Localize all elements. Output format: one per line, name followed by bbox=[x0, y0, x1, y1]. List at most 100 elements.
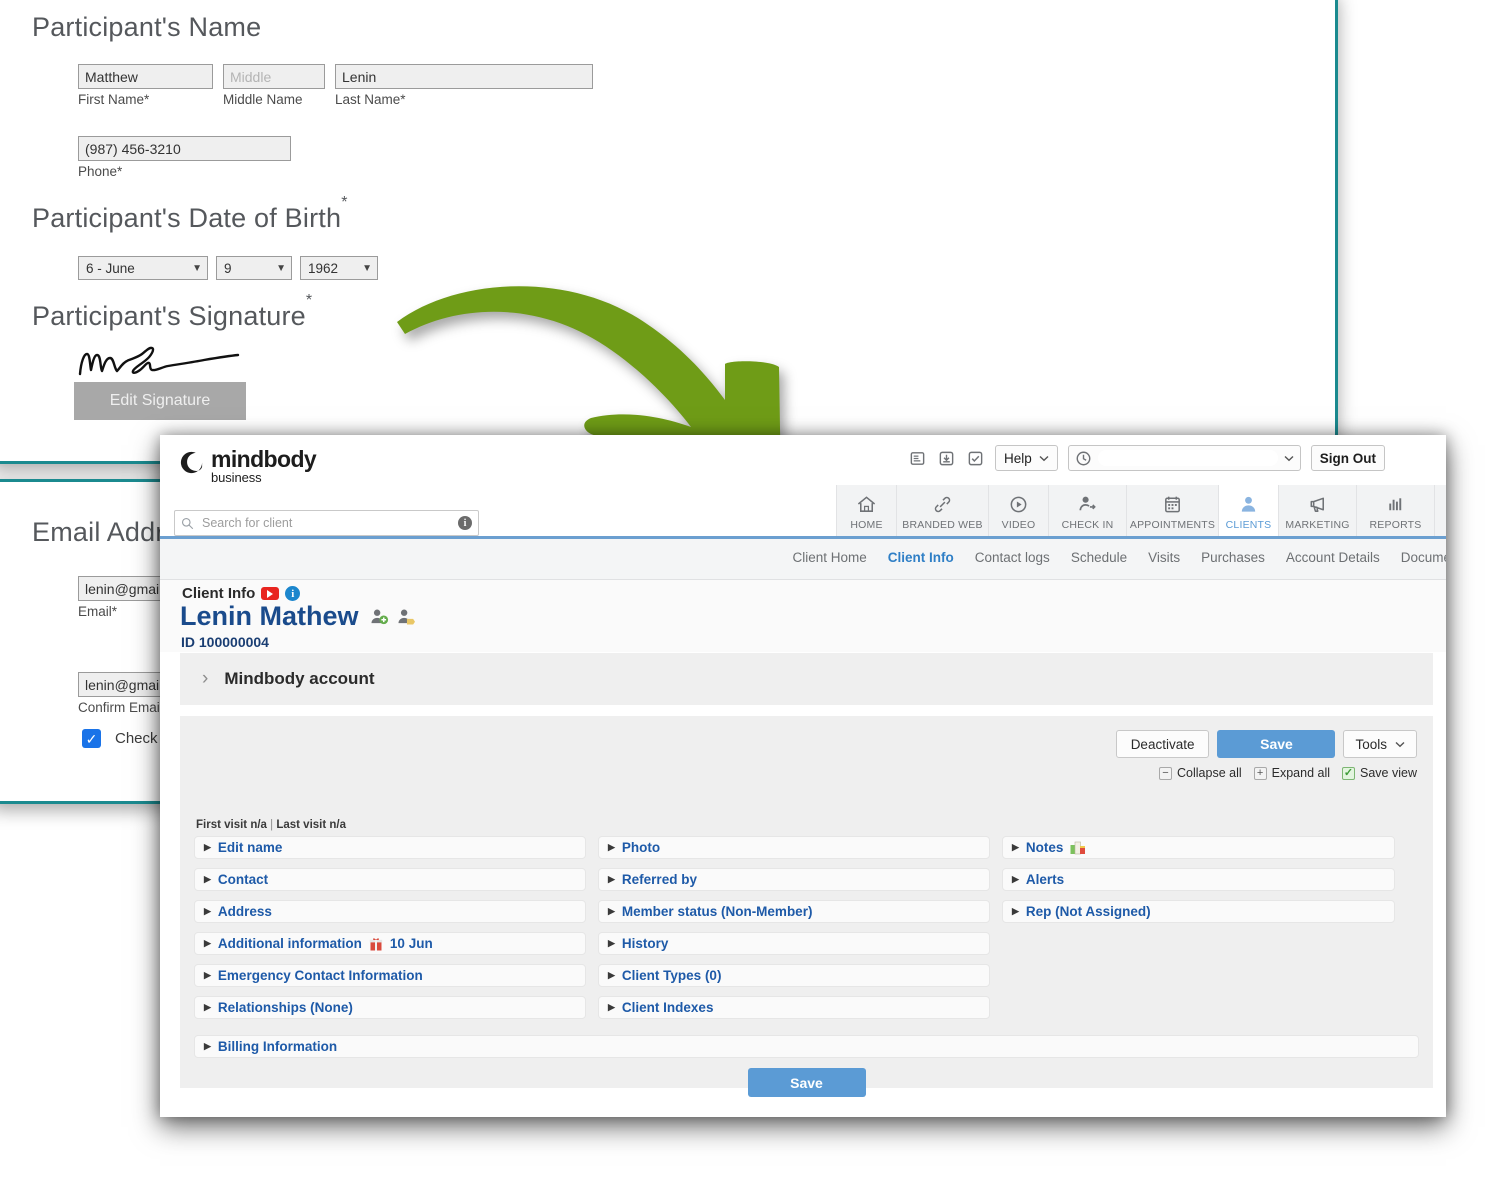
mindbody-logo: mindbody business bbox=[178, 448, 317, 485]
tools-menu-button[interactable]: Tools bbox=[1343, 730, 1417, 758]
mindbody-header: mindbody business i bbox=[160, 435, 1446, 536]
dob-heading: Participant's Date of Birth* bbox=[32, 194, 348, 234]
subnav-client-info[interactable]: Client Info bbox=[888, 550, 954, 565]
save-button-top[interactable]: Save bbox=[1217, 730, 1336, 758]
subnav-client-home[interactable]: Client Home bbox=[792, 550, 866, 565]
news-icon[interactable] bbox=[908, 449, 927, 468]
search-info-icon[interactable]: i bbox=[458, 516, 472, 530]
client-tag-icon[interactable] bbox=[397, 608, 416, 625]
person-icon bbox=[1238, 493, 1259, 515]
first-visit: First visit n/a bbox=[196, 819, 267, 831]
mindbody-account-section[interactable]: › Mindbody account bbox=[180, 653, 1433, 705]
accordion-emergency-contact-label: Emergency Contact Information bbox=[217, 968, 423, 983]
nav-tab-reports[interactable]: REPORTS bbox=[1356, 485, 1434, 536]
last-name-input[interactable]: Lenin bbox=[335, 64, 593, 89]
mindbody-business-window: mindbody business i bbox=[160, 435, 1446, 1117]
chevron-down-icon: ▼ bbox=[362, 262, 372, 274]
megaphone-icon bbox=[1307, 493, 1328, 515]
accordion-wide-row: ▶ Billing Information bbox=[194, 1035, 1419, 1058]
accordion-emergency-contact[interactable]: ▶ Emergency Contact Information bbox=[194, 964, 586, 987]
accordion-column-1: ▶ Edit name ▶ Contact ▶ Address ▶ Additi… bbox=[194, 836, 586, 1019]
chevron-down-icon bbox=[1039, 455, 1049, 461]
nav-tab-reports-label: REPORTS bbox=[1369, 519, 1422, 531]
accordion-client-indexes[interactable]: ▶ Client Indexes bbox=[598, 996, 990, 1019]
play-circle-icon bbox=[1008, 493, 1029, 515]
accordion-alerts[interactable]: ▶ Alerts bbox=[1002, 868, 1395, 891]
expand-all-label: Expand all bbox=[1271, 766, 1331, 780]
first-name-label: First Name* bbox=[78, 92, 150, 107]
collapse-all-control[interactable]: − Collapse all bbox=[1159, 766, 1242, 780]
view-controls-row: − Collapse all + Expand all ✓ Save view bbox=[1152, 766, 1417, 780]
accordion-notes[interactable]: ▶ Notes bbox=[1002, 836, 1395, 859]
chevron-down-icon: ▼ bbox=[276, 262, 286, 274]
dob-day-select[interactable]: 9 ▼ bbox=[216, 256, 292, 280]
triangle-right-icon: ▶ bbox=[204, 970, 211, 980]
accordion-referred-by[interactable]: ▶ Referred by bbox=[598, 868, 990, 891]
nav-tab-check-in[interactable]: CHECK IN bbox=[1048, 485, 1126, 536]
collapse-all-label: Collapse all bbox=[1177, 766, 1242, 780]
accordion-client-types-label: Client Types (0) bbox=[621, 968, 722, 983]
download-icon[interactable] bbox=[937, 449, 956, 468]
time-clock-select[interactable] bbox=[1067, 445, 1301, 471]
client-name: Lenin Mathew bbox=[180, 601, 359, 631]
accordion-columns: ▶ Edit name ▶ Contact ▶ Address ▶ Additi… bbox=[194, 836, 1419, 1019]
expand-all-control[interactable]: + Expand all bbox=[1253, 766, 1331, 780]
subnav-visits[interactable]: Visits bbox=[1148, 550, 1180, 565]
accordion-billing-information[interactable]: ▶ Billing Information bbox=[194, 1035, 1419, 1058]
subnav-purchases[interactable]: Purchases bbox=[1201, 550, 1265, 565]
chevron-down-icon: ▼ bbox=[192, 262, 202, 274]
video-help-icon[interactable] bbox=[261, 587, 280, 600]
nav-tab-clients[interactable]: CLIENTS bbox=[1218, 485, 1278, 536]
nav-tab-branded-web[interactable]: BRANDED WEB bbox=[896, 485, 988, 536]
utility-bar: Help Sign Out bbox=[908, 445, 1385, 471]
nav-tab-appointments[interactable]: APPOINTMENTS bbox=[1126, 485, 1218, 536]
accordion-relationships-label: Relationships (None) bbox=[217, 1000, 353, 1015]
first-name-input[interactable]: Matthew bbox=[78, 64, 213, 89]
client-search-box[interactable]: i bbox=[174, 510, 479, 536]
accordion-address[interactable]: ▶ Address bbox=[194, 900, 586, 923]
middle-name-input[interactable]: Middle bbox=[223, 64, 325, 89]
phone-input[interactable]: (987) 456-3210 bbox=[78, 136, 291, 161]
subnav-documents[interactable]: Documents bbox=[1401, 550, 1446, 565]
first-name-group: Matthew First Name* bbox=[78, 64, 213, 107]
accordion-contact[interactable]: ▶ Contact bbox=[194, 868, 586, 891]
dob-heading-text: Participant's Date of Birth bbox=[32, 203, 342, 233]
add-client-icon[interactable] bbox=[370, 608, 389, 625]
save-button-bottom[interactable]: Save bbox=[747, 1068, 866, 1097]
bar-chart-icon bbox=[1385, 493, 1406, 515]
deactivate-button[interactable]: Deactivate bbox=[1115, 730, 1210, 758]
accordion-photo[interactable]: ▶ Photo bbox=[598, 836, 990, 859]
phone-group: (987) 456-3210 Phone* bbox=[78, 136, 291, 179]
nav-tab-marketing[interactable]: MARKETING bbox=[1278, 485, 1356, 536]
sign-out-button[interactable]: Sign Out bbox=[1310, 445, 1385, 471]
accordion-history-label: History bbox=[621, 936, 669, 951]
info-help-icon[interactable]: i bbox=[285, 586, 301, 601]
accordion-billing-information-label: Billing Information bbox=[217, 1039, 338, 1054]
tasks-icon[interactable] bbox=[966, 449, 985, 468]
nav-tab-home[interactable]: HOME bbox=[836, 485, 896, 536]
accordion-client-types[interactable]: ▶ Client Types (0) bbox=[598, 964, 990, 987]
accordion-additional-information[interactable]: ▶ Additional information 10 Jun bbox=[194, 932, 586, 955]
search-input[interactable] bbox=[200, 515, 458, 531]
nav-tab-video[interactable]: VIDEO bbox=[988, 485, 1048, 536]
time-clock-value bbox=[1097, 450, 1278, 466]
nav-tab-retail[interactable]: RETAIL bbox=[1434, 485, 1446, 536]
accordion-rep[interactable]: ▶ Rep (Not Assigned) bbox=[1002, 900, 1395, 923]
help-menu[interactable]: Help bbox=[994, 445, 1058, 471]
sign-out-label: Sign Out bbox=[1319, 450, 1376, 466]
accordion-edit-name[interactable]: ▶ Edit name bbox=[194, 836, 586, 859]
mindbody-account-label: Mindbody account bbox=[224, 669, 375, 688]
last-name-label: Last Name* bbox=[335, 92, 406, 107]
dob-year-select[interactable]: 1962 ▼ bbox=[300, 256, 378, 280]
accordion-history[interactable]: ▶ History bbox=[598, 932, 990, 955]
subnav-contact-logs[interactable]: Contact logs bbox=[975, 550, 1050, 565]
accordion-member-status[interactable]: ▶ Member status (Non-Member) bbox=[598, 900, 990, 923]
subnav-account-details[interactable]: Account Details bbox=[1286, 550, 1380, 565]
save-view-control[interactable]: ✓ Save view bbox=[1342, 766, 1417, 780]
subnav-schedule[interactable]: Schedule bbox=[1071, 550, 1127, 565]
accordion-relationships[interactable]: ▶ Relationships (None) bbox=[194, 996, 586, 1019]
edit-signature-button[interactable]: Edit Signature bbox=[74, 382, 246, 420]
dob-month-select[interactable]: 6 - June ▼ bbox=[78, 256, 208, 280]
agreement-checkbox[interactable]: ✓ bbox=[82, 729, 101, 748]
triangle-right-icon: ▶ bbox=[608, 842, 615, 852]
